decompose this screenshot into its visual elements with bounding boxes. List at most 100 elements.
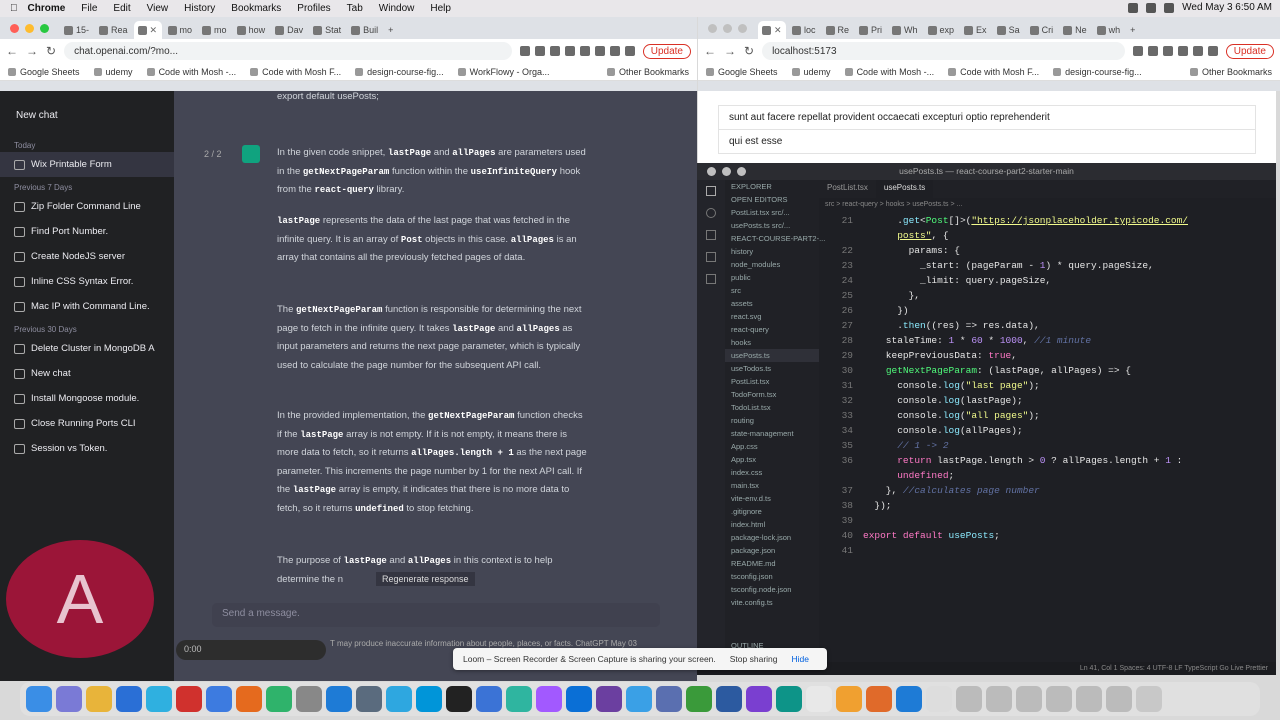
menu-file[interactable]: File xyxy=(81,3,97,14)
explorer-item[interactable]: assets xyxy=(725,297,819,310)
forward-arrow-icon[interactable]: → xyxy=(724,44,736,58)
app-icon[interactable] xyxy=(206,686,232,712)
url-input[interactable]: chat.openai.com/?mo... xyxy=(64,42,512,60)
menu-bookmarks[interactable]: Bookmarks xyxy=(231,3,281,14)
app-icon[interactable] xyxy=(746,686,772,712)
menu-tab[interactable]: Tab xyxy=(347,3,363,14)
bookmark[interactable]: design-course-fig... xyxy=(1053,67,1142,77)
app-icon[interactable] xyxy=(836,686,862,712)
explorer-item[interactable]: node_modules xyxy=(725,258,819,271)
chrome-icon[interactable] xyxy=(86,686,112,712)
bookmark[interactable]: Other Bookmarks xyxy=(1190,67,1272,77)
books-icon[interactable] xyxy=(866,686,892,712)
extension-icon[interactable] xyxy=(624,46,635,56)
sidebar-chat-item[interactable]: Wix Printable Form xyxy=(0,152,174,177)
explorer-item[interactable]: history xyxy=(725,245,819,258)
settings-icon[interactable] xyxy=(296,686,322,712)
sidebar-chat-item[interactable]: Mac IP with Command Line. xyxy=(0,294,174,319)
bookmark[interactable]: Google Sheets xyxy=(8,67,80,77)
extension-icon[interactable] xyxy=(1162,46,1173,56)
extension-icon[interactable] xyxy=(519,46,530,56)
source-control-icon[interactable] xyxy=(706,230,716,240)
explorer-item[interactable]: vite-env.d.ts xyxy=(725,492,819,505)
close-icon[interactable]: ✕ xyxy=(774,25,782,36)
sidebar-chat-item[interactable]: Delete Cluster in MongoDB A xyxy=(0,336,174,361)
url-input[interactable]: localhost:5173 xyxy=(762,42,1125,60)
explorer-item[interactable]: main.tsx xyxy=(725,479,819,492)
bookmark[interactable]: design-course-fig... xyxy=(355,67,444,77)
tab[interactable]: Stat xyxy=(309,21,345,39)
opera-icon[interactable] xyxy=(176,686,202,712)
tab[interactable]: how xyxy=(233,21,270,39)
search-icon[interactable] xyxy=(706,208,716,218)
battery-icon[interactable] xyxy=(1128,2,1139,13)
app-icon[interactable] xyxy=(596,686,622,712)
bookmark[interactable]: Google Sheets xyxy=(706,67,778,77)
app-icon[interactable] xyxy=(266,686,292,712)
extension-icon[interactable] xyxy=(1132,46,1143,56)
menu-window[interactable]: Window xyxy=(379,3,415,14)
sidebar-chat-item[interactable]: Session vs Token. xyxy=(0,436,174,461)
bookmark[interactable]: udemy xyxy=(792,67,831,77)
extension-icon[interactable] xyxy=(1192,46,1203,56)
explorer-item[interactable]: TodoForm.tsx xyxy=(725,388,819,401)
menu-help[interactable]: Help xyxy=(430,3,451,14)
bookmark[interactable]: WorkFlowy - Orga... xyxy=(458,67,550,77)
close-icon[interactable]: ✕ xyxy=(150,25,158,36)
extension-icon[interactable] xyxy=(594,46,605,56)
menubar-app-name[interactable]: Chrome xyxy=(28,3,66,14)
sidebar-chat-item[interactable]: Create NodeJS server xyxy=(0,244,174,269)
explorer-section[interactable]: REACT-COURSE-PART2-... xyxy=(725,232,825,245)
bookmark[interactable]: udemy xyxy=(94,67,133,77)
firefox-icon[interactable] xyxy=(236,686,262,712)
explorer-item[interactable]: react-query xyxy=(725,323,819,336)
window-thumbnail-icon[interactable] xyxy=(956,686,982,712)
app-icon[interactable] xyxy=(656,686,682,712)
bookmark[interactable]: Code with Mosh -... xyxy=(845,67,935,77)
bookmark[interactable]: Code with Mosh F... xyxy=(250,67,341,77)
explorer-item[interactable]: tsconfig.json xyxy=(725,570,819,583)
update-button[interactable]: Update xyxy=(642,43,691,59)
tab[interactable]: exp xyxy=(924,21,959,39)
vscode-icon[interactable] xyxy=(326,686,352,712)
window-thumbnail-icon[interactable] xyxy=(1106,686,1132,712)
app-icon[interactable] xyxy=(476,686,502,712)
extensions-icon[interactable] xyxy=(706,274,716,284)
tab[interactable]: Pri xyxy=(855,21,886,39)
sidebar-chat-item[interactable]: Install Mongoose module. xyxy=(0,386,174,411)
vscode-icon[interactable] xyxy=(896,686,922,712)
window-thumbnail-icon[interactable] xyxy=(1076,686,1102,712)
tab[interactable]: wh xyxy=(1093,21,1125,39)
tab[interactable]: Buil xyxy=(347,21,382,39)
safari-icon[interactable] xyxy=(116,686,142,712)
files-icon[interactable] xyxy=(706,186,716,196)
explorer-item[interactable]: PostList.tsx xyxy=(725,375,819,388)
sidebar-chat-item[interactable]: Find Port Number. xyxy=(0,219,174,244)
tab-active[interactable]: ✕ xyxy=(758,21,786,39)
tab-active[interactable]: ✕ xyxy=(133,21,162,39)
tab[interactable]: 15- xyxy=(60,21,93,39)
explorer-item[interactable]: package.json xyxy=(725,544,819,557)
sidebar-chat-item[interactable]: Inline CSS Syntax Error. xyxy=(0,269,174,294)
tab[interactable]: Ex xyxy=(960,21,991,39)
tab[interactable]: loc xyxy=(788,21,820,39)
message-input[interactable]: Send a message. xyxy=(212,603,660,627)
wifi-icon[interactable] xyxy=(1146,2,1157,13)
new-chat-button[interactable]: New chat xyxy=(8,104,166,127)
app-icon[interactable] xyxy=(386,686,412,712)
hide-button[interactable]: Hide xyxy=(792,654,809,664)
window-controls[interactable] xyxy=(708,24,747,33)
explorer-item[interactable]: useTodos.ts xyxy=(725,362,819,375)
reload-icon[interactable]: ↻ xyxy=(46,44,56,58)
explorer-item[interactable]: README.md xyxy=(725,557,819,570)
app-icon[interactable] xyxy=(356,686,382,712)
bookmark[interactable]: Other Bookmarks xyxy=(607,67,689,77)
back-arrow-icon[interactable]: ← xyxy=(6,44,18,58)
explorer-item[interactable]: public xyxy=(725,271,819,284)
extension-icon[interactable] xyxy=(579,46,590,56)
explorer-item[interactable]: PostList.tsx src/... xyxy=(725,206,819,219)
explorer-section[interactable]: OPEN EDITORS xyxy=(725,193,819,206)
reload-icon[interactable]: ↻ xyxy=(744,44,754,58)
extension-icon[interactable] xyxy=(609,46,620,56)
explorer-item[interactable]: tsconfig.node.json xyxy=(725,583,819,596)
